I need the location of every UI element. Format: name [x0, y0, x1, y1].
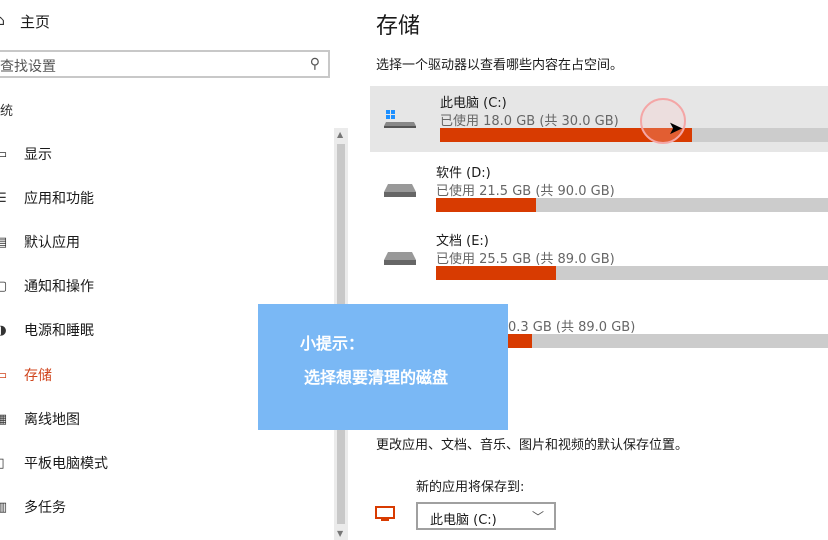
chevron-down-icon: ﹀ [531, 510, 544, 524]
windows-drive-icon [384, 110, 416, 128]
drive-icon [384, 252, 416, 265]
new-apps-save-select[interactable]: 此电脑 (C:) ﹀ [416, 502, 556, 530]
drive-icon [384, 184, 416, 197]
page-description: 选择一个驱动器以查看哪些内容在占空间。 [376, 58, 624, 73]
default-apps-icon: ▤ [0, 234, 8, 250]
tip-title: 小提示： [300, 334, 365, 353]
sidebar-item-default-apps[interactable]: ▤ 默认应用 [0, 228, 80, 256]
search-placeholder: 查找设置 [0, 59, 56, 75]
drive-c[interactable]: 此电脑 (C:) 已使用 18.0 GB (共 30.0 GB) [370, 86, 828, 152]
drive-usage: 0.3 GB (共 89.0 GB) [508, 320, 636, 335]
new-apps-label: 新的应用将保存到: [416, 480, 525, 495]
sidebar-item-multitask[interactable]: ▥ 多任务 [0, 493, 66, 521]
sidebar-item-label: 多任务 [24, 500, 66, 516]
nav-home[interactable]: ⌂ 主页 [0, 8, 50, 34]
sidebar-item-storage[interactable]: ▭ 存储 [0, 361, 52, 389]
drive-name: 文档 (E:) [436, 234, 489, 249]
mouse-cursor-icon: ➤ [668, 118, 684, 139]
section-label: 统 [0, 104, 14, 119]
sidebar-item-notifications[interactable]: ▢ 通知和操作 [0, 272, 94, 300]
sidebar-item-label: 存储 [24, 368, 52, 384]
sidebar-item-label: 通知和操作 [24, 279, 94, 295]
sidebar-item-maps[interactable]: ▦ 离线地图 [0, 405, 80, 433]
sidebar-item-label: 显示 [24, 147, 52, 163]
drive-usage: 已使用 25.5 GB (共 89.0 GB) [436, 252, 615, 267]
sidebar-item-apps[interactable]: ☰ 应用和功能 [0, 184, 94, 212]
scroll-up-icon[interactable]: ▲ [337, 130, 343, 139]
notification-icon: ▢ [0, 278, 8, 294]
sidebar-item-label: 默认应用 [24, 235, 80, 251]
sidebar-item-label: 应用和功能 [24, 191, 94, 207]
drive-e[interactable]: 文档 (E:) 已使用 25.5 GB (共 89.0 GB) [370, 224, 828, 290]
map-icon: ▦ [0, 411, 8, 427]
drive-usage-bar [436, 198, 828, 212]
tip-text: 选择想要清理的磁盘 [304, 368, 449, 387]
multitask-icon: ▥ [0, 499, 8, 515]
tip-overlay: 小提示： 选择想要清理的磁盘 [258, 304, 508, 430]
home-icon: ⌂ [0, 13, 5, 29]
drive-usage-bar [436, 266, 828, 280]
drive-name: 此电脑 (C:) [440, 96, 507, 111]
sidebar-item-label: 平板电脑模式 [24, 456, 108, 472]
power-icon: ◑ [0, 322, 7, 338]
drive-usage-bar [440, 128, 828, 142]
select-value: 此电脑 (C:) [430, 513, 497, 528]
sidebar-item-label: 电源和睡眠 [24, 323, 94, 339]
display-icon: ▭ [0, 146, 8, 162]
search-icon[interactable]: ⚲ [310, 56, 320, 72]
sidebar-item-power[interactable]: ◑ 电源和睡眠 [0, 316, 94, 344]
drive-usage-fill [436, 266, 557, 280]
scroll-down-icon[interactable]: ▼ [337, 529, 343, 538]
sidebar-item-label: 离线地图 [24, 412, 80, 428]
drive-d[interactable]: 软件 (D:) 已使用 21.5 GB (共 90.0 GB) [370, 156, 828, 222]
sidebar-item-tablet[interactable]: ▯ 平板电脑模式 [0, 449, 108, 477]
page-title: 存储 [376, 14, 421, 39]
nav-home-label: 主页 [20, 12, 51, 31]
tablet-icon: ▯ [0, 455, 5, 471]
drive-name: 软件 (D:) [436, 166, 491, 181]
apps-icon: ☰ [0, 190, 7, 206]
sidebar-item-display[interactable]: ▭ 显示 [0, 140, 52, 168]
search-input[interactable]: 查找设置 ⚲ [0, 50, 330, 78]
drive-usage: 已使用 18.0 GB (共 30.0 GB) [440, 114, 619, 129]
monitor-icon [375, 506, 395, 521]
change-save-location-link[interactable]: 更改应用、文档、音乐、图片和视频的默认保存位置。 [376, 434, 688, 453]
storage-icon: ▭ [0, 367, 8, 383]
drive-usage-fill [436, 198, 537, 212]
drive-usage: 已使用 21.5 GB (共 90.0 GB) [436, 184, 615, 199]
